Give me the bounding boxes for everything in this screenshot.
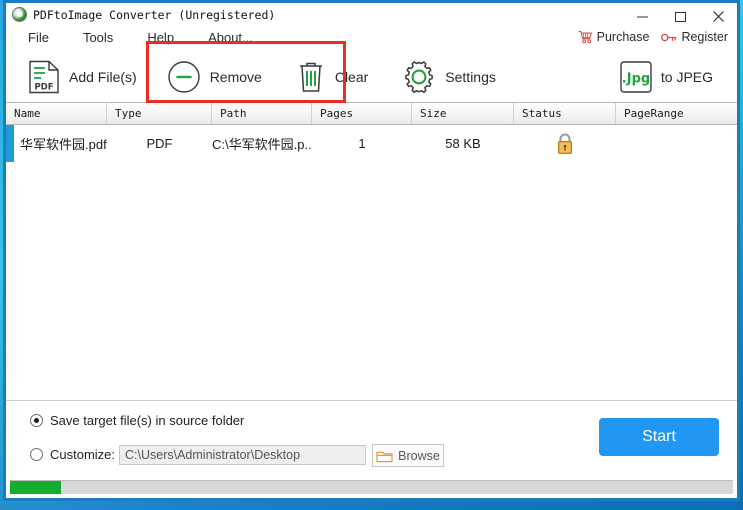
menu-help[interactable]: Help [147, 28, 174, 47]
pdf-file-icon: PDF [29, 60, 59, 93]
add-files-label: Add File(s) [69, 68, 137, 85]
registration-links: Purchase Register [578, 30, 728, 44]
save-in-source-radio[interactable] [30, 414, 43, 427]
column-header-path[interactable]: Path [212, 103, 312, 124]
start-button[interactable]: Start [599, 418, 719, 456]
window-title: PDFtoImage Converter (Unregistered) [33, 7, 276, 22]
progress-bar-fill [10, 481, 61, 494]
gear-icon [405, 60, 434, 93]
trash-can-icon [299, 62, 322, 92]
purchase-link[interactable]: Purchase [578, 30, 650, 44]
remove-label: Remove [209, 68, 262, 85]
cell-path: C:\华军软件园.p... [212, 137, 312, 152]
column-header-pagerange[interactable]: PageRange [616, 103, 737, 124]
register-label: Register [681, 30, 728, 44]
menu-about[interactable]: About... [208, 28, 253, 47]
output-options-panel: Save target file(s) in source folder Cus… [6, 400, 737, 480]
cell-type: PDF [146, 136, 173, 151]
custom-path-input[interactable]: C:\Users\Administrator\Desktop [119, 445, 366, 465]
cell-name: 华军软件园.pdf [20, 137, 107, 152]
menu-items: File Tools Help About... [28, 28, 253, 47]
cell-pagerange [616, 125, 737, 162]
main-toolbar: PDF Add File(s) Remove Clear Settings .J… [6, 41, 737, 103]
remove-button[interactable]: Remove [161, 54, 268, 100]
register-link[interactable]: Register [661, 30, 728, 44]
clear-button[interactable]: Clear [290, 54, 374, 100]
purchase-label: Purchase [596, 30, 650, 44]
maximize-button[interactable] [661, 3, 699, 29]
svg-text:PDF: PDF [34, 82, 53, 92]
save-in-source-label: Save target file(s) in source folder [50, 413, 245, 428]
settings-button[interactable]: Settings [396, 54, 502, 100]
shopping-cart-icon [578, 30, 592, 44]
jpg-badge-icon: .Jpg [620, 60, 652, 93]
column-header-status[interactable]: Status [514, 103, 616, 124]
cell-pages: 1 [358, 136, 366, 151]
file-list-header: Name Type Path Pages Size Status PageRan… [6, 103, 737, 125]
browse-label: Browse [398, 448, 440, 463]
column-header-type[interactable]: Type [107, 103, 212, 124]
key-icon [661, 33, 677, 41]
application-window: PDFtoImage Converter (Unregistered) File… [3, 0, 740, 501]
menu-file[interactable]: File [28, 28, 49, 47]
menu-tools[interactable]: Tools [83, 28, 113, 47]
window-controls [623, 3, 737, 29]
add-files-button[interactable]: PDF Add File(s) [22, 54, 143, 100]
svg-text:.Jpg: .Jpg [622, 71, 650, 86]
title-bar-left: PDFtoImage Converter (Unregistered) [12, 7, 275, 22]
customize-radio[interactable] [30, 448, 43, 461]
cell-size: 58 KB [445, 136, 481, 151]
menu-bar: File Tools Help About... Purchase Regist… [6, 28, 737, 51]
row-selection-indicator [6, 125, 14, 162]
progress-bar [10, 480, 733, 494]
browse-button[interactable]: Browse [372, 444, 444, 467]
output-format-button[interactable]: .Jpg to JPEG [614, 54, 719, 100]
cell-status [514, 125, 616, 162]
title-bar: PDFtoImage Converter (Unregistered) [6, 0, 737, 28]
save-in-source-option[interactable]: Save target file(s) in source folder [30, 413, 244, 428]
close-icon [712, 10, 724, 22]
minus-circle-icon [167, 60, 200, 93]
folder-icon [376, 451, 393, 462]
table-row[interactable]: 华军软件园.pdf PDF C:\华军软件园.p... 1 58 KB [6, 125, 737, 162]
column-header-pages[interactable]: Pages [312, 103, 412, 124]
app-logo-icon [12, 7, 27, 22]
settings-label: Settings [445, 68, 496, 85]
close-button[interactable] [699, 3, 737, 29]
column-header-name[interactable]: Name [6, 103, 107, 124]
customize-option[interactable]: Customize: [30, 447, 115, 462]
clear-label: Clear [334, 68, 369, 85]
maximize-icon [674, 11, 686, 22]
file-list: Name Type Path Pages Size Status PageRan… [6, 103, 737, 400]
column-header-size[interactable]: Size [412, 103, 514, 124]
lock-icon [558, 132, 572, 154]
output-format-label: to JPEG [660, 68, 714, 85]
minimize-button[interactable] [623, 3, 661, 29]
minimize-icon [636, 16, 648, 17]
customize-label: Customize: [50, 447, 116, 462]
